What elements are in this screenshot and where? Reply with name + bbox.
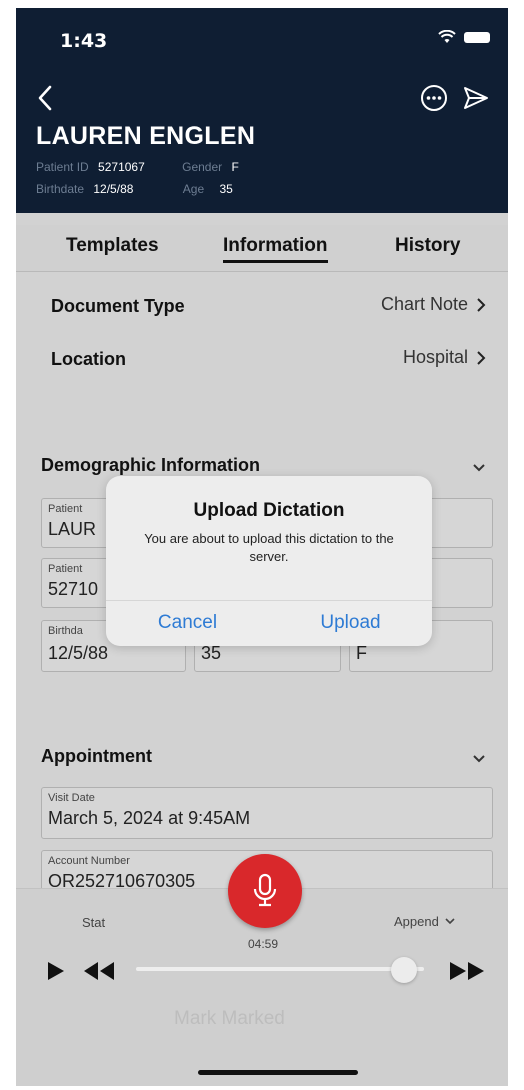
back-icon[interactable] [34, 83, 58, 113]
age-field-value: 35 [201, 643, 222, 663]
mark-button-label[interactable]: Mark Marked [174, 1008, 285, 1030]
chevron-right-icon [477, 297, 486, 312]
tab-information[interactable]: Information [223, 235, 328, 263]
battery-icon [464, 31, 490, 43]
age-label: Age [182, 182, 205, 196]
visit-date-value: March 5, 2024 at 9:45AM [48, 808, 251, 828]
patient-meta-row-1: Patient ID 5271067 Gender F [36, 160, 239, 174]
chevron-down-icon[interactable] [472, 754, 486, 764]
account-number-label: Account Number [48, 855, 130, 867]
microphone-icon [253, 873, 277, 907]
location-selector[interactable]: Hospital [403, 347, 486, 368]
gender-value: F [231, 160, 239, 174]
birthdate-label: Birthdate [36, 182, 85, 196]
status-icons [438, 30, 490, 44]
status-time: 1:43 [60, 30, 108, 52]
chevron-right-icon [477, 350, 486, 365]
paper-plane-icon[interactable] [462, 84, 490, 112]
document-type-selector[interactable]: Chart Note [381, 294, 486, 315]
patient-name-field-value: LAUR [48, 519, 97, 539]
birthdate-field-value: 12/5/88 [48, 643, 109, 663]
patient-id-label: Patient ID [36, 160, 89, 174]
home-indicator [198, 1070, 358, 1075]
gender-field-value: F [356, 643, 367, 663]
visit-date-field[interactable]: Visit Date March 5, 2024 at 9:45AM [41, 787, 493, 839]
document-type-value: Chart Note [380, 294, 468, 314]
chevron-down-icon [445, 918, 455, 925]
gender-label: Gender [182, 160, 223, 174]
patient-id-value: 5271067 [98, 160, 145, 174]
play-icon[interactable] [48, 962, 64, 980]
upload-dialog: Upload Dictation You are about to upload… [106, 476, 432, 646]
location-value: Hospital [402, 347, 468, 367]
location-label: Location [51, 349, 126, 369]
appointment-section-title: Appointment [41, 746, 152, 766]
app-screen: 1:43 LAUREN ENGLEN Patient ID 5271067 Ge… [16, 8, 508, 1086]
append-label: Append [394, 914, 439, 929]
visit-date-label: Visit Date [48, 792, 95, 804]
document-type-label: Document Type [51, 296, 185, 316]
wifi-icon [438, 30, 456, 43]
upload-button[interactable]: Upload [269, 608, 432, 638]
patient-name-field-label: Patient [48, 503, 83, 515]
patient-header: 1:43 LAUREN ENGLEN Patient ID 5271067 Ge… [16, 8, 508, 213]
playback-controls-left [48, 962, 114, 980]
append-selector[interactable]: Append [394, 914, 455, 929]
tab-bar: Templates Information History [16, 225, 508, 272]
dialog-divider [106, 600, 432, 601]
tab-templates[interactable]: Templates [66, 235, 159, 257]
patient-id-field-value: 52710 [48, 579, 99, 599]
fast-forward-icon[interactable] [448, 960, 488, 982]
demographic-section-title: Demographic Information [41, 455, 261, 475]
patient-meta-row-2: Birthdate 12/5/88 Age 35 [36, 182, 233, 196]
cancel-button[interactable]: Cancel [106, 608, 269, 638]
ellipsis-circle-icon[interactable] [420, 84, 448, 112]
chevron-down-icon[interactable] [472, 463, 486, 473]
playback-track[interactable] [136, 967, 424, 971]
dialog-title: Upload Dictation [193, 500, 345, 521]
patient-id-field-label: Patient [48, 563, 83, 575]
playback-thumb[interactable] [390, 957, 417, 983]
patient-name: LAUREN ENGLEN [36, 122, 256, 150]
age-value: 35 [219, 182, 233, 196]
birthdate-value: 12/5/88 [93, 182, 134, 196]
tab-history[interactable]: History [395, 235, 460, 257]
record-button[interactable] [228, 854, 302, 928]
priority-status[interactable]: Stat [82, 915, 105, 930]
dialog-message: You are about to upload this dictation t… [144, 531, 394, 564]
birthdate-field-label: Birthda [48, 625, 83, 637]
recording-time: 04:59 [248, 937, 279, 951]
rewind-icon[interactable] [84, 962, 114, 980]
